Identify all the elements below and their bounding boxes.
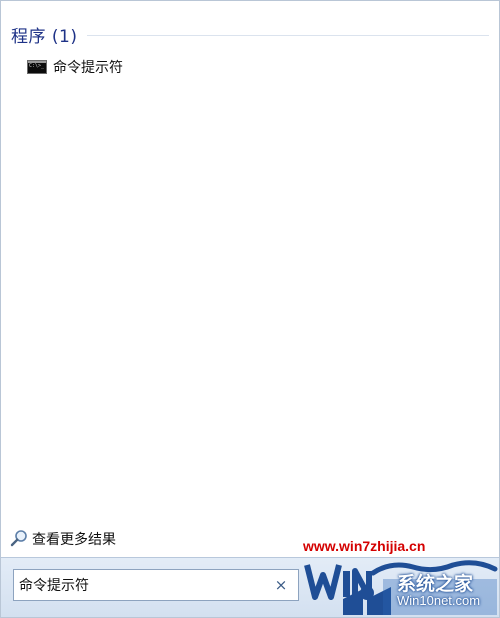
result-item-command-prompt[interactable]: 命令提示符 bbox=[23, 55, 483, 79]
watermark-brand: 系统之家 bbox=[397, 573, 474, 595]
search-box[interactable]: × bbox=[13, 569, 299, 601]
watermark-domain: Win10net.com bbox=[397, 593, 481, 608]
programs-group-title: 程序 (1) bbox=[11, 26, 78, 47]
see-more-results-link[interactable]: 查看更多结果 bbox=[9, 528, 116, 550]
search-results-pane: 程序 (1) 命令提示符 查看更多结果 bbox=[1, 1, 499, 556]
see-more-label: 查看更多结果 bbox=[32, 532, 116, 548]
programs-group-header: 程序 (1) bbox=[11, 22, 489, 47]
watermark-url: www.win7zhijia.cn bbox=[303, 538, 426, 554]
site-watermark: www.win7zhijia.cn 系统之家 Win10net.com bbox=[303, 533, 499, 617]
result-item-label: 命令提示符 bbox=[53, 60, 123, 76]
command-prompt-icon bbox=[27, 60, 47, 74]
search-icon bbox=[10, 530, 27, 547]
clear-search-button[interactable]: × bbox=[269, 573, 293, 597]
group-divider bbox=[87, 34, 489, 36]
start-menu-search-panel: 程序 (1) 命令提示符 查看更多结果 × www.win7zhijia.cn bbox=[0, 0, 500, 618]
search-input[interactable] bbox=[14, 572, 269, 598]
